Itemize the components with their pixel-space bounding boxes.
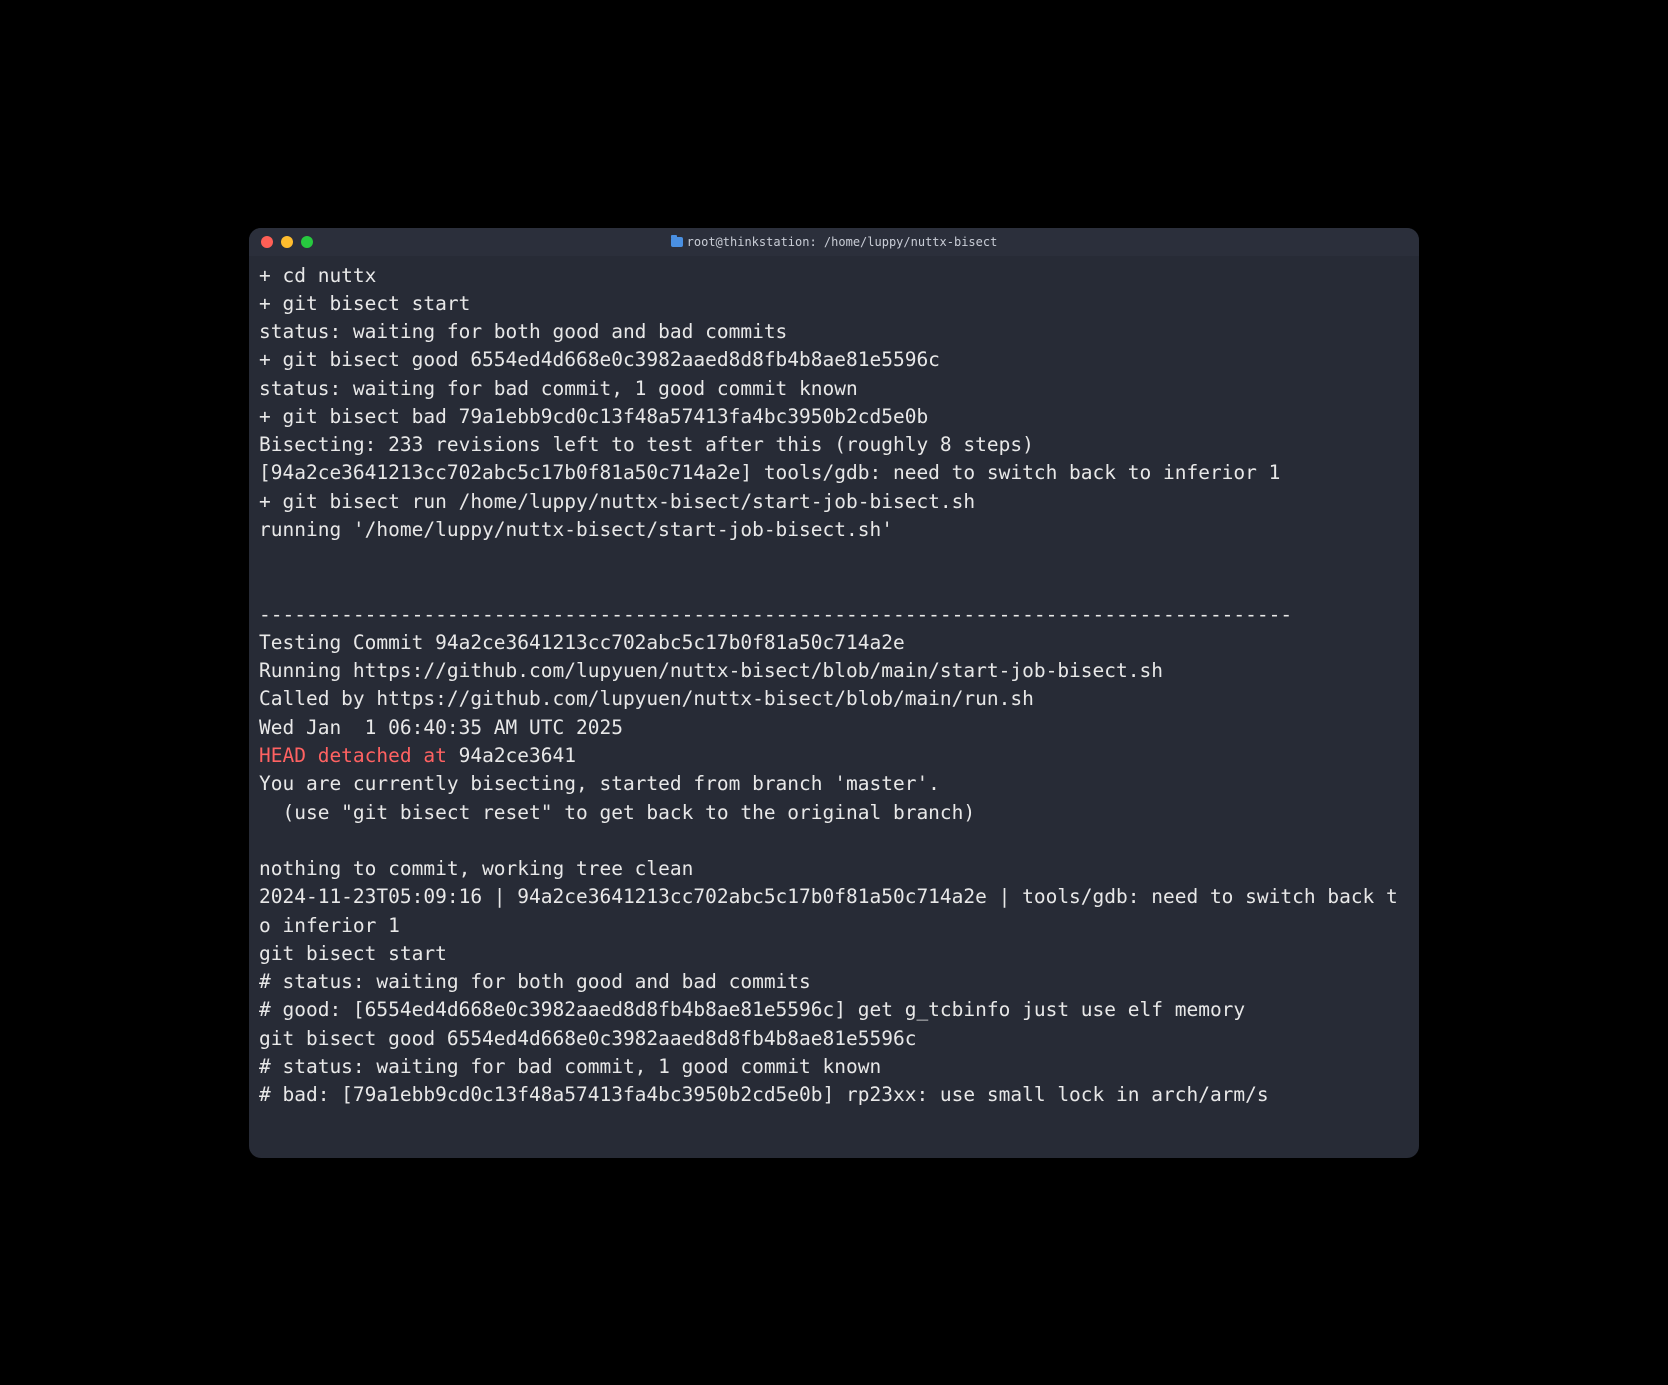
terminal-output[interactable]: + cd nuttx + git bisect start status: wa… [249, 256, 1419, 1158]
close-icon[interactable] [261, 236, 273, 248]
title-label: root@thinkstation: /home/luppy/nuttx-bis… [687, 235, 998, 249]
folder-icon [671, 237, 683, 247]
minimize-icon[interactable] [281, 236, 293, 248]
traffic-lights [261, 236, 313, 248]
terminal-window: root@thinkstation: /home/luppy/nuttx-bis… [249, 228, 1419, 1158]
maximize-icon[interactable] [301, 236, 313, 248]
window-title: root@thinkstation: /home/luppy/nuttx-bis… [249, 235, 1419, 249]
titlebar: root@thinkstation: /home/luppy/nuttx-bis… [249, 228, 1419, 256]
